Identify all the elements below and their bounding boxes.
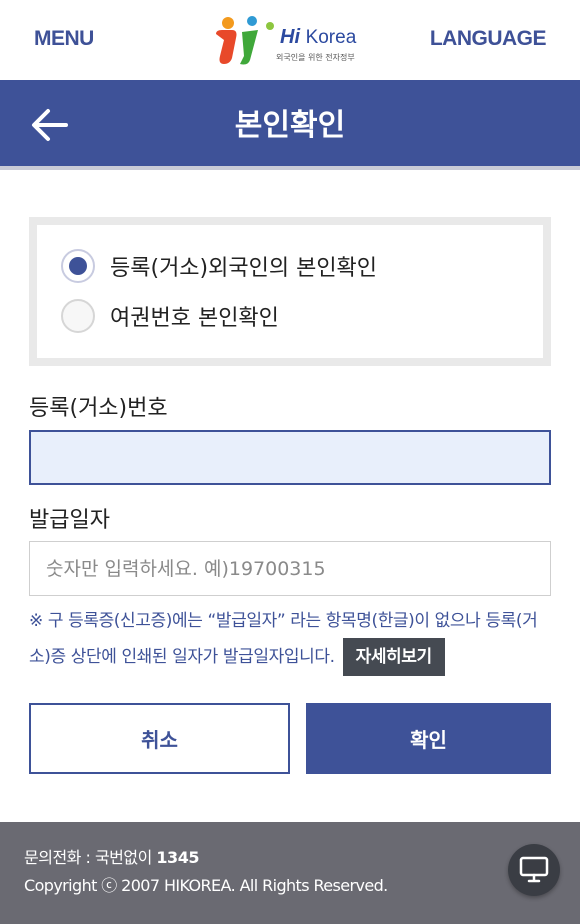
radio-label: 여권번호 본인확인 [110,306,279,331]
cancel-button[interactable]: 취소 [29,703,290,774]
verification-type-panel: 등록(거소)외국인의 본인확인 여권번호 본인확인 [37,225,543,358]
detail-view-button[interactable]: 자세히보기 [342,638,445,676]
logo-country: Korea [305,27,357,48]
radio-option-passport[interactable]: 여권번호 본인확인 [61,299,279,333]
logo-wordmark: Hi Korea [280,26,356,49]
reg-number-label: 등록(거소)번호 [29,396,168,421]
page-title-bar: 본인확인 [0,80,580,170]
footer-phone-label: 문의전화 : 국번없이 [24,848,157,867]
radio-button[interactable] [61,299,95,333]
hikorea-logo[interactable]: Hi Korea 외국인을 위한 전자정부 [212,12,372,68]
verification-type-group: 등록(거소)외국인의 본인확인 여권번호 본인확인 [29,217,551,366]
monitor-icon [519,856,549,883]
page-title: 본인확인 [234,108,346,143]
issue-date-notice: ※ 구 등록증(신고증)에는 “발급일자” 라는 항목명(한글)이 없으나 등록… [29,604,554,676]
reg-number-input[interactable] [29,430,551,485]
chat-button[interactable] [508,844,560,896]
issue-date-label: 발급일자 [29,508,110,533]
notice-text: ※ 구 등록증(신고증)에는 “발급일자” 라는 항목명(한글)이 없으나 등록… [29,611,538,667]
issue-date-input[interactable] [29,541,551,596]
logo-subtitle: 외국인을 위한 전자정부 [276,53,355,62]
confirm-button[interactable]: 확인 [306,703,551,774]
language-button[interactable]: LANGUAGE [430,27,547,51]
radio-option-registered-foreigner[interactable]: 등록(거소)외국인의 본인확인 [61,249,377,283]
radio-label: 등록(거소)외국인의 본인확인 [110,256,378,281]
logo-figure-icon [216,16,274,65]
footer: 문의전화 : 국번없이 1345 Copyright ⓒ 2007 HIKORE… [0,822,580,924]
logo-brand: Hi [280,26,300,48]
menu-button[interactable]: MENU [34,27,94,51]
footer-copyright: Copyright ⓒ 2007 HIKOREA. All Rights Res… [24,876,388,895]
footer-phone-number[interactable]: 1345 [156,848,199,867]
top-navigation-bar: MENU Hi Korea 외국인을 위한 전자정부 LANGUAGE [0,0,580,80]
footer-phone: 문의전화 : 국번없이 1345 [24,844,199,868]
radio-button-selected[interactable] [61,249,95,283]
